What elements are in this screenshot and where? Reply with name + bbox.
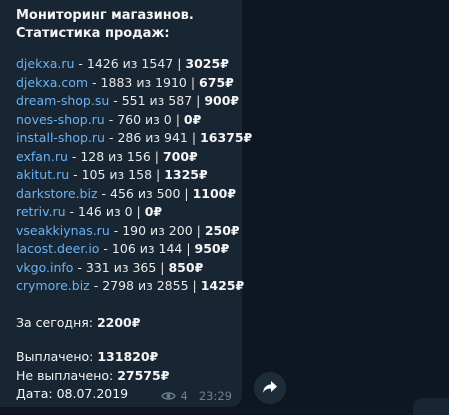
shop-row: exfan.ru - 128 из 156 | 700₽ (16, 148, 242, 167)
shop-stats: - 551 из 587 | (109, 93, 205, 108)
shop-row: djekxa.com - 1883 из 1910 | 675₽ (16, 74, 242, 93)
shop-stats: - 105 из 158 | (69, 167, 165, 182)
shop-stats: - 146 из 0 | (65, 204, 145, 219)
shop-amount: 1100₽ (192, 185, 237, 201)
shop-link[interactable]: noves-shop.ru (16, 112, 105, 127)
shop-amount: 900₽ (204, 93, 240, 108)
shop-amount: 250₽ (204, 222, 240, 238)
date-label: Дата: (16, 386, 57, 401)
unpaid-label: Не выплачено: (16, 367, 118, 383)
shop-row: noves-shop.ru - 760 из 0 | 0₽ (16, 111, 242, 130)
shop-amount: 1325₽ (164, 167, 208, 182)
shop-row: darkstore.biz - 456 из 500 | 1100₽ (16, 185, 242, 204)
paid-label: Выплачено: (16, 349, 98, 364)
shop-stats: - 286 из 941 | (104, 130, 201, 145)
shop-link[interactable]: akitut.ru (16, 167, 69, 182)
message-time: 23:29 (198, 389, 232, 403)
shop-row: akitut.ru - 105 из 158 | 1325₽ (16, 166, 242, 185)
shop-stats: - 760 из 0 | (104, 111, 184, 127)
shop-stats: - 106 из 144 | (99, 241, 195, 256)
shop-row: dream-shop.su - 551 из 587 | 900₽ (16, 92, 242, 111)
shop-amount: 950₽ (194, 241, 230, 256)
message-bubble: Мониторинг магазинов. Статистика продаж:… (0, 0, 252, 407)
shop-amount: 1425₽ (200, 278, 245, 293)
shop-row: djekxa.ru - 1426 из 1547 | 3025₽ (16, 55, 242, 74)
shop-link[interactable]: crymore.biz (16, 278, 90, 293)
date-value: 08.07.2019 (56, 386, 129, 401)
next-message-bubble (413, 398, 449, 415)
shop-row: vseakkiynas.ru - 190 из 200 | 250₽ (16, 222, 242, 241)
shop-row: install-shop.ru - 286 из 941 | 16375₽ (16, 129, 252, 148)
shop-stats: - 2798 из 2855 | (89, 278, 201, 293)
shop-amount: 850₽ (168, 259, 204, 275)
shop-link[interactable]: retriv.ru (16, 204, 66, 219)
shop-stats: - 190 из 200 | (109, 222, 205, 238)
shop-amount: 700₽ (162, 148, 198, 164)
shop-row: crymore.biz - 2798 из 2855 | 1425₽ (16, 277, 245, 296)
shop-amount: 16375₽ (200, 130, 253, 145)
shop-stats: - 331 из 365 | (73, 259, 169, 275)
forward-button[interactable] (254, 372, 286, 404)
shop-row: lacost.deer.io - 106 из 144 | 950₽ (16, 240, 242, 259)
shop-amount: 0₽ (183, 111, 202, 127)
eye-icon (160, 391, 176, 401)
shop-link[interactable]: exfan.ru (16, 149, 68, 164)
message-subtitle: Статистика продаж: (16, 26, 170, 41)
shop-link[interactable]: djekxa.com (16, 75, 88, 90)
message-meta: 4 23:29 (160, 389, 232, 403)
shop-link[interactable]: install-shop.ru (16, 130, 105, 145)
unpaid-value: 27575₽ (117, 367, 170, 383)
today-label: За сегодня: (16, 314, 97, 330)
shop-link[interactable]: vseakkiynas.ru (16, 223, 110, 238)
paid-value: 131820₽ (97, 349, 159, 364)
shop-stats: - 456 из 500 | (97, 185, 193, 201)
shop-link[interactable]: dream-shop.su (16, 93, 109, 108)
shop-link[interactable]: djekxa.ru (16, 56, 74, 71)
shop-link[interactable]: vkgo.info (16, 260, 73, 275)
paid-line: Выплачено: 131820₽ (16, 348, 242, 367)
shop-amount: 3025₽ (185, 56, 229, 71)
shop-stats: - 1883 из 1910 | (88, 74, 200, 90)
today-value: 2200₽ (96, 314, 141, 330)
shop-link[interactable]: lacost.deer.io (16, 241, 99, 256)
message-title: Мониторинг магазинов. (16, 8, 194, 23)
shop-link[interactable]: darkstore.biz (16, 186, 98, 201)
share-arrow-icon (262, 379, 278, 398)
shop-stats: - 1426 из 1547 | (74, 56, 186, 71)
shop-amount: 675₽ (199, 74, 234, 90)
shop-row: retriv.ru - 146 из 0 | 0₽ (16, 203, 242, 222)
unpaid-line: Не выплачено: 27575₽ (16, 367, 242, 386)
shop-stats: - 128 из 156 | (67, 148, 163, 164)
shop-list: djekxa.ru - 1426 из 1547 | 3025₽ djekxa.c… (16, 55, 252, 296)
view-count: 4 (180, 389, 188, 403)
today-line: За сегодня: 2200₽ (16, 314, 242, 333)
shop-row: vkgo.info - 331 из 365 | 850₽ (16, 259, 242, 278)
shop-amount: 0₽ (144, 204, 163, 219)
